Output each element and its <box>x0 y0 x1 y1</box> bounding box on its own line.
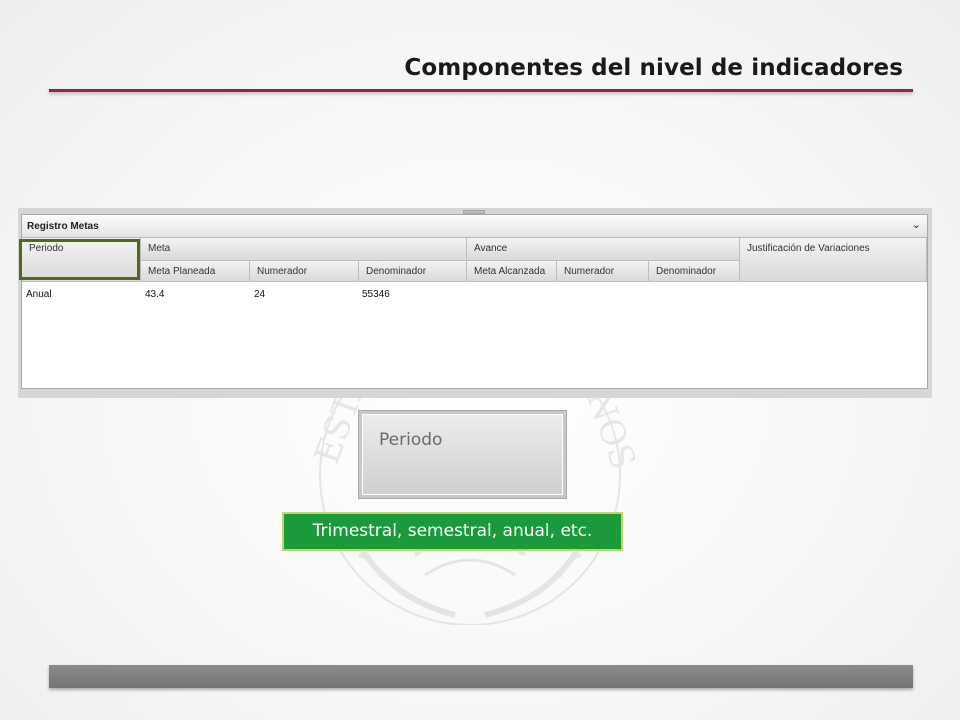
col-header-avance-denominador-label: Denominador <box>656 266 717 277</box>
col-header-meta-planeada-label: Meta Planeada <box>148 266 216 277</box>
periodo-explanation-callout: Trimestral, semestral, anual, etc. <box>282 512 623 551</box>
col-header-avance-denominador[interactable]: Denominador <box>649 261 740 282</box>
col-header-meta-planeada[interactable]: Meta Planeada <box>141 261 250 282</box>
col-header-meta-numerador-label: Numerador <box>257 266 308 277</box>
group-header-meta: Meta <box>141 238 467 261</box>
col-header-meta-denominador-label: Denominador <box>366 266 427 277</box>
registro-metas-panel: Registro Metas ⌄ Periodo Meta Avance Jus… <box>21 214 928 389</box>
group-header-avance-label: Avance <box>474 243 508 254</box>
periodo-highlight-box <box>19 239 140 280</box>
periodo-zoom-callout: Periodo <box>359 411 566 498</box>
col-header-meta-alcanzada-label: Meta Alcanzada <box>474 266 546 277</box>
col-header-meta-denominador[interactable]: Denominador <box>359 261 467 282</box>
title-divider <box>49 89 913 92</box>
chevron-down-icon[interactable]: ⌄ <box>912 219 921 232</box>
col-header-meta-numerador[interactable]: Numerador <box>250 261 359 282</box>
panel-title: Registro Metas <box>27 221 99 232</box>
cell-numerador: 24 <box>254 289 266 300</box>
col-header-avance-numerador-label: Numerador <box>564 266 615 277</box>
cell-meta-planeada: 43.4 <box>145 289 165 300</box>
col-header-avance-numerador[interactable]: Numerador <box>557 261 649 282</box>
footer-bar <box>49 665 913 688</box>
svg-text:NOS: NOS <box>578 385 635 475</box>
group-header-avance: Avance <box>467 238 740 261</box>
zoom-label: Periodo <box>379 430 443 450</box>
col-header-justificacion[interactable]: Justificación de Variaciones <box>740 238 927 282</box>
col-header-meta-alcanzada[interactable]: Meta Alcanzada <box>467 261 557 282</box>
col-header-justificacion-label: Justificación de Variaciones <box>747 243 870 254</box>
slide-title: Componentes del nivel de indicadores <box>404 55 903 81</box>
panel-header[interactable]: Registro Metas ⌄ <box>22 215 927 238</box>
group-header-meta-label: Meta <box>148 243 171 254</box>
cell-denominador: 55346 <box>362 289 390 300</box>
cell-periodo: Anual <box>26 289 52 300</box>
